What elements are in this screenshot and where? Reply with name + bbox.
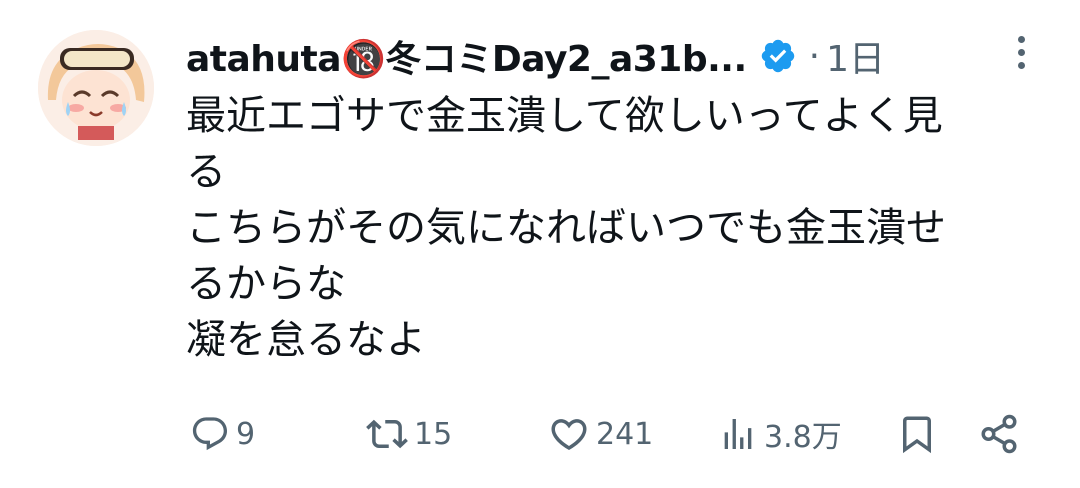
share-button[interactable] xyxy=(978,408,1020,460)
tweet-text-line: るからな xyxy=(186,261,346,307)
like-count: 241 xyxy=(596,416,654,452)
tweet-text-line: こちらがその気になればいつでも金玉潰せ xyxy=(186,205,946,251)
verified-badge-icon xyxy=(759,37,797,75)
views-button[interactable]: 3.8万 xyxy=(718,408,842,460)
bookmark-button[interactable] xyxy=(896,408,938,460)
reply-button[interactable]: 9 xyxy=(190,408,255,460)
bookmark-icon xyxy=(903,416,931,454)
like-button[interactable]: 241 xyxy=(548,408,653,460)
time-separator: · xyxy=(808,35,821,77)
tweet-text-line: 最近エゴサで金玉潰して欲しいってよく見 xyxy=(186,93,943,139)
reply-count: 9 xyxy=(236,416,256,452)
avatar[interactable] xyxy=(38,30,154,146)
display-name[interactable]: atahuta🔞冬コミDay2_a31b... xyxy=(186,30,747,82)
heart-icon xyxy=(551,419,587,451)
views-icon xyxy=(724,419,752,449)
tweet-text-line: 凝を怠るなよ xyxy=(186,317,426,363)
retweet-icon xyxy=(366,419,408,449)
tweet-text: 最近エゴサで金玉潰して欲しいってよく見 る こちらがその気になればいつでも金玉潰… xyxy=(186,88,1056,368)
more-vertical-icon[interactable] xyxy=(1011,36,1031,78)
tweet-text-line: る xyxy=(186,149,226,195)
timestamp[interactable]: 1日 xyxy=(826,30,885,82)
reply-icon xyxy=(192,417,228,451)
share-icon xyxy=(981,414,1017,454)
tweet[interactable]: atahuta🔞冬コミDay2_a31b... · 1日 最近エゴサで金玉潰して… xyxy=(0,0,1080,488)
retweet-count: 15 xyxy=(414,416,453,452)
tweet-header: atahuta🔞冬コミDay2_a31b... · 1日 xyxy=(186,28,885,84)
views-count: 3.8万 xyxy=(764,420,842,455)
action-bar: 9 15 241 3.8万 xyxy=(186,408,1036,460)
retweet-button[interactable]: 15 xyxy=(366,408,452,460)
